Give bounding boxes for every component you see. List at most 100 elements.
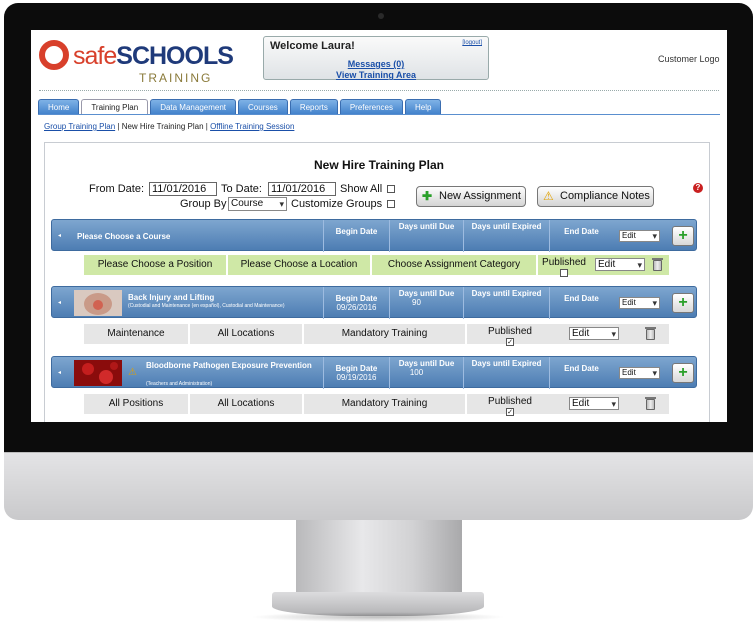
days-due-header-text: Days until Due (398, 222, 455, 231)
messages-link[interactable]: Messages (0) (264, 59, 488, 69)
logo-subtitle: TRAINING (139, 71, 213, 85)
from-date-input[interactable]: 11/01/2016 (149, 182, 217, 196)
location-cell[interactable]: All Locations (190, 394, 304, 414)
group-action-select[interactable]: Edit (619, 367, 660, 379)
subnav-separator: | (117, 122, 120, 131)
collapse-arrow-icon[interactable]: ◂ (58, 232, 61, 239)
new-hire-plan-current: New Hire Training Plan (121, 122, 204, 131)
add-row-button[interactable]: + (672, 363, 694, 383)
published-toggle[interactable]: Published ✓ (483, 326, 537, 346)
customize-groups-checkbox[interactable] (387, 200, 395, 208)
plus-icon: + (678, 294, 688, 311)
collapse-arrow-icon[interactable]: ◂ (58, 299, 61, 306)
monitor-frame: safeSCHOOLS TRAINING Welcome Laura! [log… (0, 0, 755, 631)
new-assignment-label: New Assignment (439, 190, 521, 202)
begin-date-header-text: Begin Date (335, 227, 378, 236)
group-training-plan-link[interactable]: Group Training Plan (44, 122, 115, 131)
logo-word-safe: safe (73, 42, 117, 70)
course-name[interactable]: Please Choose a Course (77, 232, 170, 241)
help-icon[interactable]: ? (693, 183, 703, 193)
logo-word-schools: SCHOOLS (116, 42, 234, 70)
camera-icon (378, 13, 384, 19)
position-cell[interactable]: All Positions (84, 394, 190, 414)
trash-icon[interactable] (645, 397, 656, 410)
tab-courses[interactable]: Courses (238, 99, 288, 115)
location-cell[interactable]: Please Choose a Location (228, 255, 372, 275)
group-by-select[interactable]: Course (228, 197, 287, 211)
category-cell[interactable]: Mandatory Training (304, 324, 467, 344)
course-thumbnail (74, 290, 122, 316)
days-due-header-text: Days until Due (398, 359, 455, 368)
days-expired-header: Days until Expired (463, 357, 549, 389)
days-expired-header-text: Days until Expired (471, 359, 542, 368)
days-expired-header: Days until Expired (463, 287, 549, 319)
warning-icon: ⚠ (128, 367, 137, 378)
add-row-button[interactable]: + (672, 293, 694, 313)
days-due-header: Days until Due 90 (389, 287, 463, 319)
view-training-link[interactable]: View Training Area (264, 70, 488, 80)
location-cell[interactable]: All Locations (190, 324, 304, 344)
group-by-label: Group By (180, 198, 227, 210)
trash-icon[interactable] (652, 258, 663, 271)
from-date-label: From Date: (89, 183, 145, 195)
category-cell[interactable]: Mandatory Training (304, 394, 467, 414)
tab-training-plan[interactable]: Training Plan (81, 99, 149, 115)
welcome-text: Welcome Laura! (270, 40, 355, 52)
end-date-header-text: End Date (564, 364, 599, 373)
tab-home[interactable]: Home (38, 99, 80, 115)
plus-icon: ✚ (422, 189, 433, 203)
days-expired-header: Days until Expired (463, 220, 549, 252)
add-row-button[interactable]: + (672, 226, 694, 246)
course-thumbnail (74, 360, 122, 386)
days-expired-header-text: Days until Expired (471, 222, 542, 231)
course-name[interactable]: Bloodborne Pathogen Exposure Prevention (146, 361, 316, 370)
published-checkbox[interactable]: ✓ (506, 338, 514, 346)
category-cell[interactable]: Choose Assignment Category (372, 255, 538, 275)
published-checkbox[interactable] (560, 269, 568, 277)
days-due-header: Days until Due 100 (389, 357, 463, 389)
trash-icon[interactable] (645, 327, 656, 340)
tab-data-management[interactable]: Data Management (150, 99, 237, 115)
compliance-notes-button[interactable]: ⚠ Compliance Notes (537, 186, 654, 207)
days-due-header: Days until Due (389, 220, 463, 252)
compliance-notes-label: Compliance Notes (560, 190, 650, 202)
group-action-select[interactable]: Edit (619, 230, 660, 242)
logout-link[interactable]: [logout] (462, 40, 482, 46)
course-group-bar: ◂ ⚠ Bloodborne Pathogen Exposure Prevent… (51, 356, 697, 389)
tab-help[interactable]: Help (404, 99, 442, 115)
to-date-label: To Date: (221, 183, 262, 195)
lifebuoy-icon (39, 40, 69, 70)
days-expired-header-text: Days until Expired (471, 289, 542, 298)
position-cell[interactable]: Please Choose a Position (84, 255, 228, 275)
course-name[interactable]: Back Injury and Lifting (128, 293, 214, 302)
collapse-arrow-icon[interactable]: ◂ (58, 369, 61, 376)
assignment-row: Please Choose a Position Please Choose a… (81, 255, 671, 277)
new-assignment-button[interactable]: ✚ New Assignment (416, 186, 526, 207)
course-subtitle: (Teachers and Administration) (146, 381, 213, 387)
course-group-bar: ◂ Please Choose a Course Begin Date Days… (51, 219, 697, 252)
end-date-header: End Date (549, 220, 613, 252)
to-date-input[interactable]: 11/01/2016 (268, 182, 336, 196)
position-cell[interactable]: Maintenance (84, 324, 190, 344)
days-due-value: 90 (412, 298, 421, 307)
begin-date-header: Begin Date (323, 220, 389, 252)
course-subtitle: (Custodial and Maintenance (en español),… (128, 303, 285, 309)
tab-reports[interactable]: Reports (289, 99, 338, 115)
main-tabs: Home Training Plan Data Management Cours… (38, 99, 443, 115)
show-all-checkbox[interactable] (387, 185, 395, 193)
published-toggle[interactable]: Published (538, 257, 590, 277)
published-toggle[interactable]: Published ✓ (483, 396, 537, 416)
warning-icon: ⚠ (543, 189, 554, 203)
row-edit-select[interactable]: Edit (569, 397, 619, 410)
group-action-select[interactable]: Edit (619, 297, 660, 309)
row-edit-select[interactable]: Edit (569, 327, 619, 340)
course-group-bar: ◂ Back Injury and Lifting (Custodial and… (51, 286, 697, 319)
published-checkbox[interactable]: ✓ (506, 408, 514, 416)
show-all-label: Show All (340, 183, 383, 195)
row-edit-select[interactable]: Edit (595, 258, 645, 271)
sub-navigation: Group Training Plan | New Hire Training … (44, 122, 294, 131)
days-due-header-text: Days until Due (398, 289, 455, 298)
customize-groups-label: Customize Groups (291, 198, 383, 210)
offline-session-link[interactable]: Offline Training Session (210, 122, 294, 131)
tab-preferences[interactable]: Preferences (339, 99, 403, 115)
